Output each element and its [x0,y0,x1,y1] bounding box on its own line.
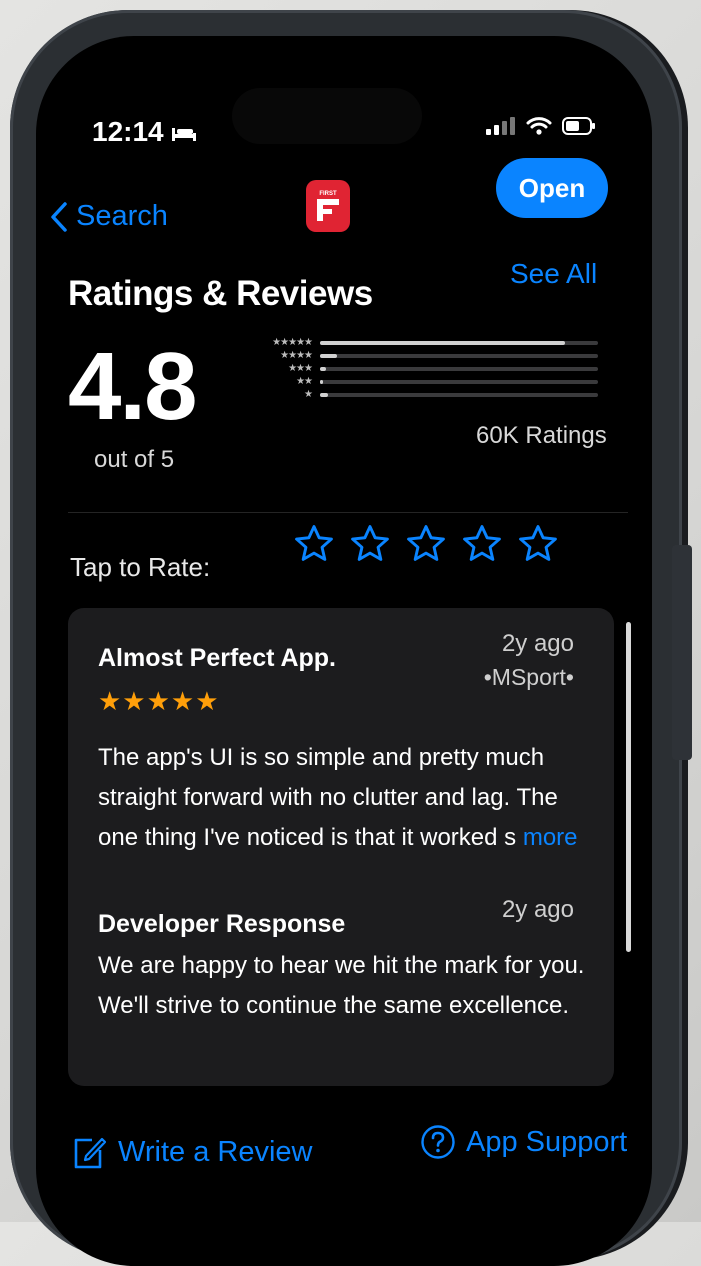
star-outline-icon[interactable] [460,522,504,566]
more-link[interactable]: more [523,824,578,851]
open-button[interactable]: Open [496,158,608,218]
review-title: Almost Perfect App. [98,644,337,672]
first-logo-icon: FIRST [317,191,339,221]
ratings-count: 60K Ratings [476,422,607,449]
distribution-stars: ★★ [296,376,313,387]
rating-distribution: ★★★★★ ★★★★ ★★★ ★★ ★ [252,336,598,401]
chevron-left-icon [51,201,67,232]
distribution-bar [320,340,598,345]
review-card[interactable]: Almost Perfect App. 2y ago •MSport• ★★★★… [68,608,614,1086]
review-stars: ★★★★★ [98,686,220,716]
distribution-stars: ★★★★ [280,350,313,361]
star-outline-icon[interactable] [348,522,392,566]
star-outline-icon[interactable] [292,522,336,566]
distribution-stars: ★ [304,389,313,400]
scrollbar[interactable] [626,622,631,952]
distribution-bar-fill [320,353,337,358]
divider [68,512,628,513]
out-of-label: out of 5 [94,446,175,473]
write-review-button[interactable]: Write a Review [72,1134,312,1170]
distribution-bar-fill [320,340,565,345]
distribution-bar [320,366,598,371]
app-icon[interactable]: FIRST [306,180,350,232]
distribution-stars: ★★★★★ [272,337,313,348]
app-support-button[interactable]: App Support [420,1124,627,1160]
tap-to-rate-stars [292,522,560,566]
side-button [672,545,692,760]
section-title: Ratings & Reviews [68,274,373,313]
phone-frame: 12:14 Search FIRST Open Ratings & Review… [10,10,692,1266]
back-label: Search [76,200,168,232]
distribution-bar [320,353,598,358]
compose-icon [74,1137,106,1169]
distribution-row: ★★ [252,375,598,388]
review-author: •MSport• [483,664,574,690]
tap-to-rate-label: Tap to Rate: [70,552,211,582]
average-rating: 4.8 [68,333,197,440]
distribution-bar [320,379,598,384]
app-support-label: App Support [466,1125,628,1158]
developer-response-date: 2y ago [501,896,574,923]
status-icons [486,116,596,136]
distribution-bar-fill [320,379,323,384]
developer-response-body: We are happy to hear we hit the mark for… [98,952,585,1019]
question-circle-icon [421,1125,455,1159]
sleep-bed-icon [172,128,197,141]
signal-icon [486,117,515,135]
distribution-bar-fill [320,366,326,371]
distribution-stars: ★★★ [288,363,313,374]
back-button[interactable]: Search [50,200,168,233]
distribution-bar-fill [320,392,329,397]
review-text: The app's UI is so simple and pretty muc… [98,744,558,851]
review-body: The app's UI is so simple and pretty muc… [98,738,598,858]
review-date: 2y ago [501,630,574,657]
distribution-bar [320,392,598,397]
distribution-row: ★★★★ [252,349,598,362]
star-outline-icon[interactable] [404,522,448,566]
wifi-icon [526,117,552,135]
battery-icon [562,117,595,135]
distribution-row: ★★★★★ [252,336,598,349]
distribution-row: ★ [252,388,598,401]
see-all-link[interactable]: See All [510,258,597,290]
app-icon-text: FIRST [319,191,337,197]
distribution-row: ★★★ [252,362,598,375]
app-screen: 12:14 Search FIRST Open Ratings & Review… [36,36,652,1266]
developer-response-title: Developer Response [98,910,346,938]
status-time: 12:14 [92,116,197,148]
star-outline-icon[interactable] [516,522,560,566]
dynamic-island [232,88,422,144]
write-review-label: Write a Review [118,1135,313,1168]
